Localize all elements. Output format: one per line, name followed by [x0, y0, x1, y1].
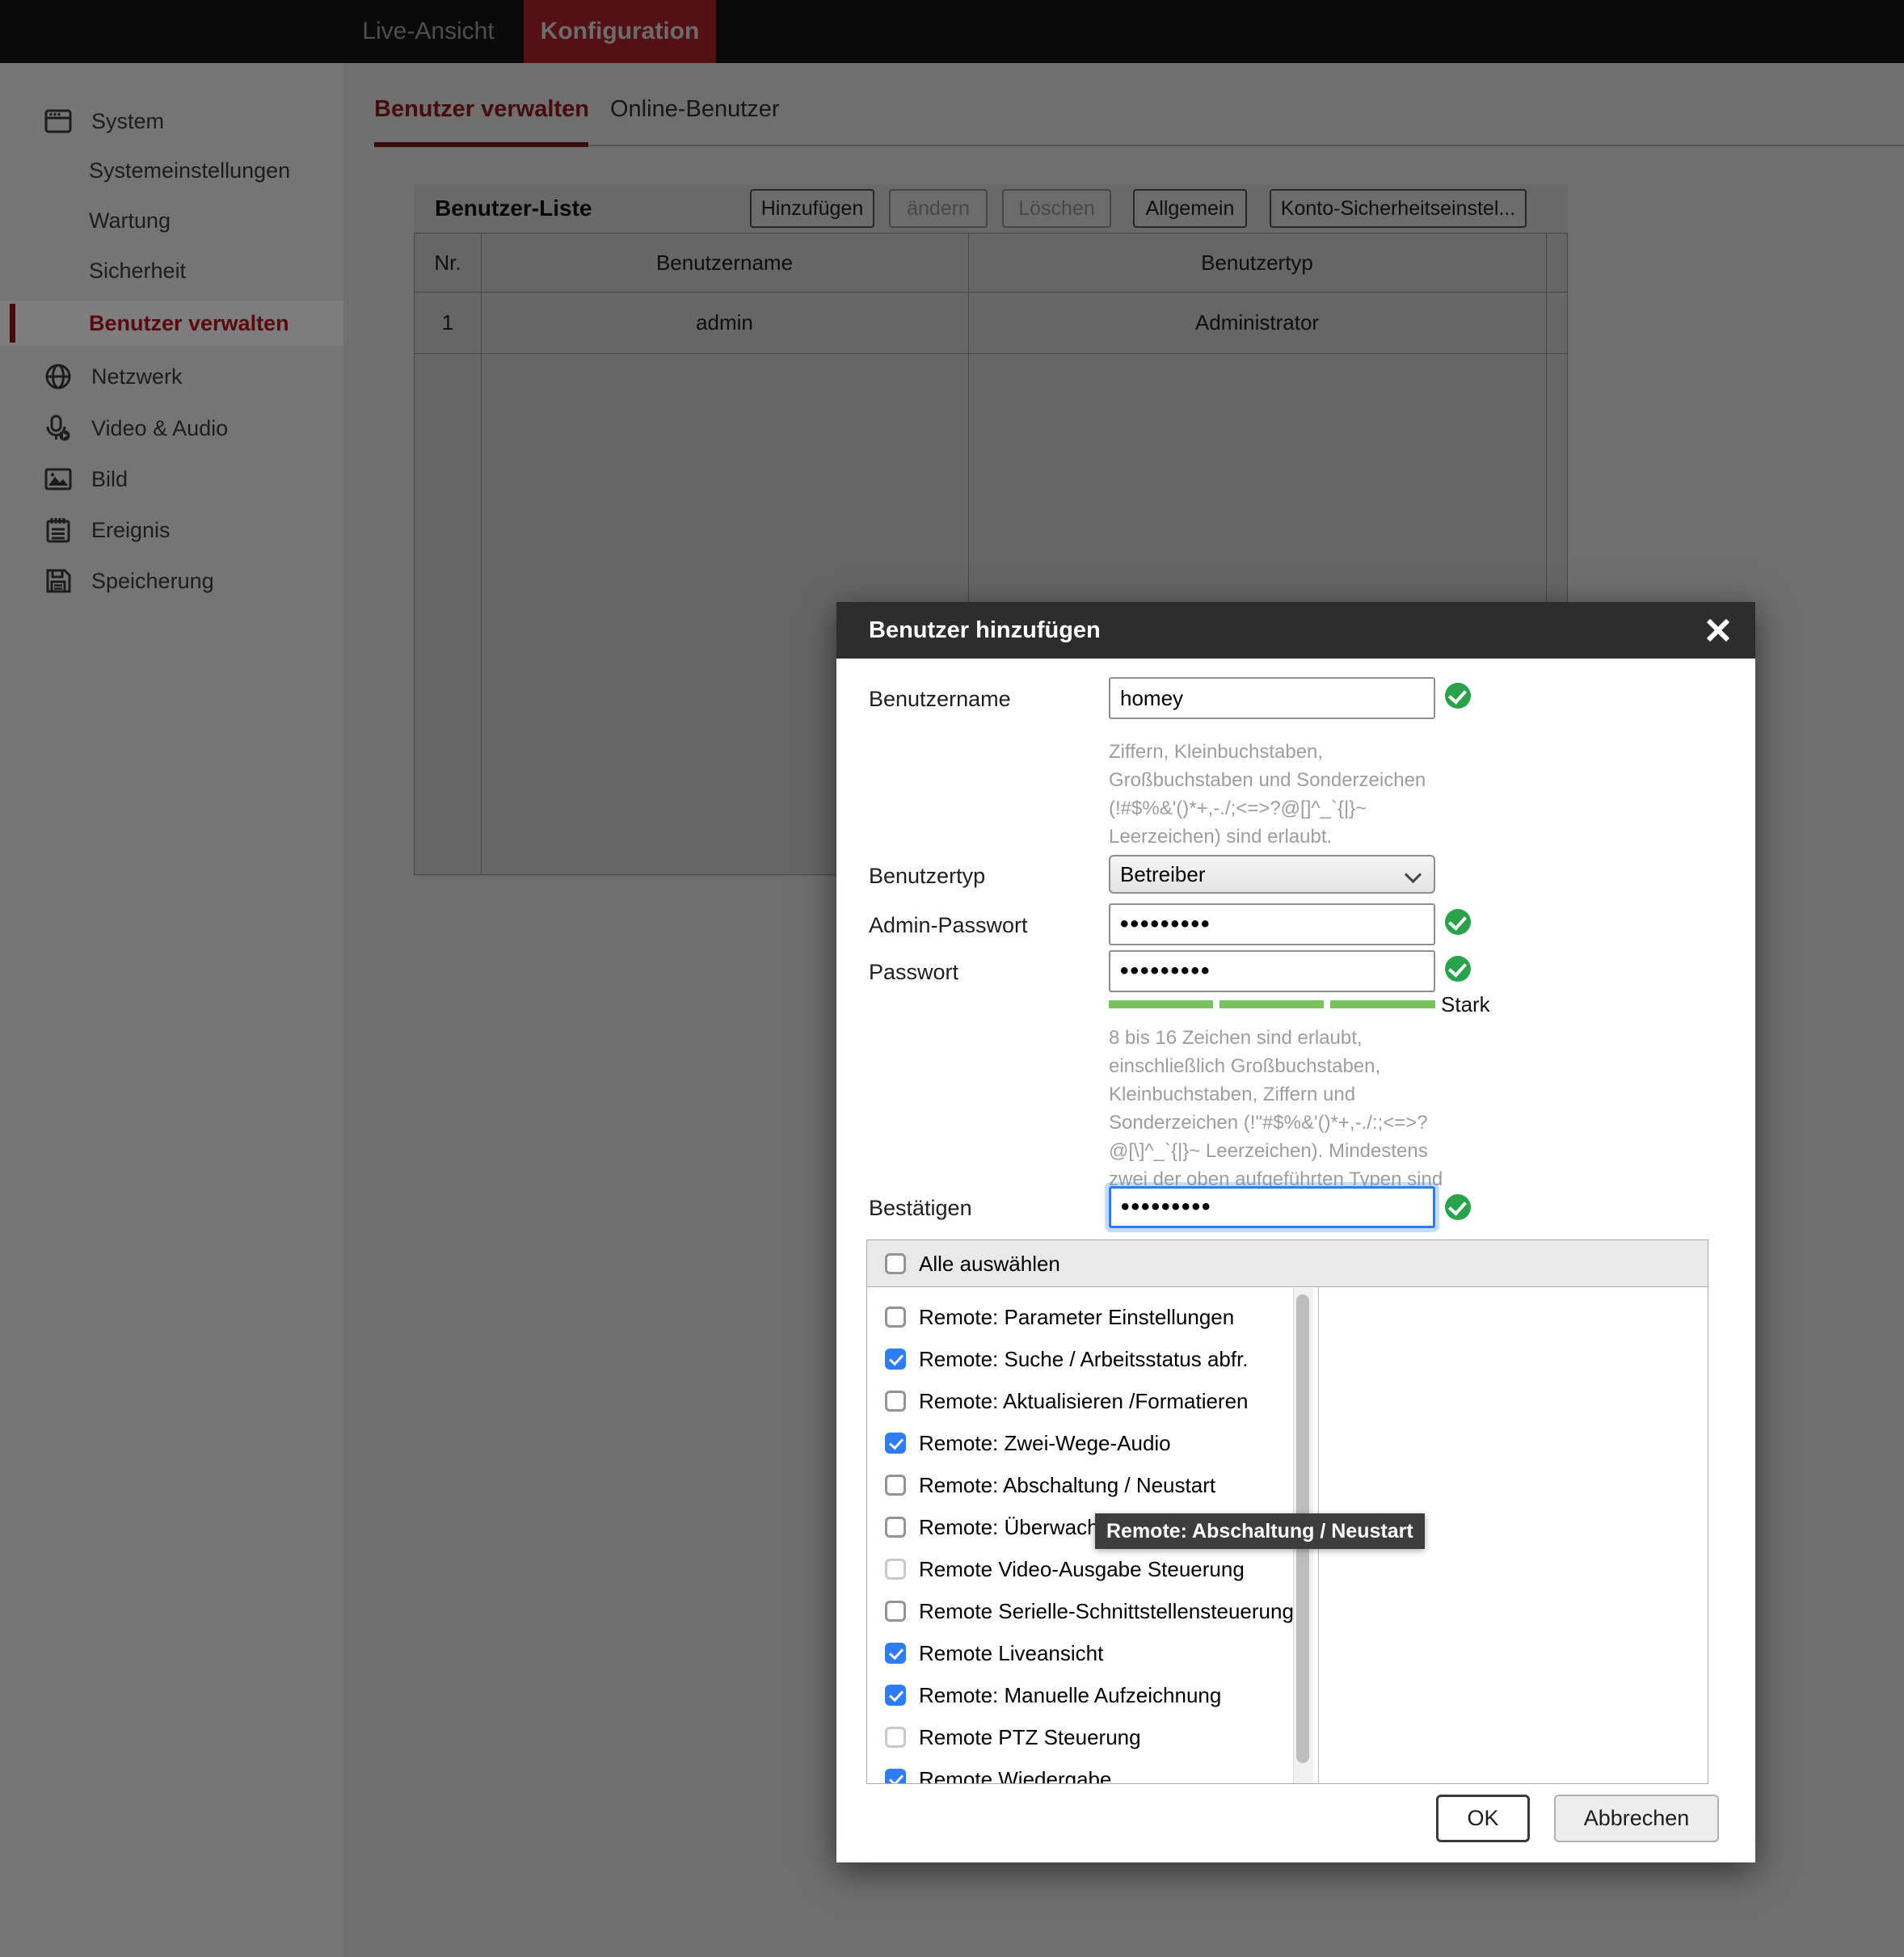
select-all-label: Alle auswählen	[919, 1240, 1060, 1287]
strength-bar-2	[1219, 1000, 1324, 1008]
permission-checkbox[interactable]	[885, 1643, 906, 1664]
permission-row[interactable]: Remote Liveansicht	[867, 1632, 1291, 1674]
permission-tooltip: Remote: Abschaltung / Neustart	[1095, 1513, 1425, 1549]
permission-label: Remote: Aktualisieren /Formatieren	[919, 1380, 1249, 1422]
permission-checkbox[interactable]	[885, 1601, 906, 1622]
valid-check-icon	[1445, 683, 1471, 709]
chevron-down-icon	[1405, 866, 1422, 883]
permission-row[interactable]: Remote Video-Ausgabe Steuerung	[867, 1548, 1291, 1590]
permission-checkbox[interactable]	[885, 1307, 906, 1328]
permission-row[interactable]: Remote Wiedergabe	[867, 1758, 1291, 1784]
permission-label: Remote: Suche / Arbeitsstatus abfr.	[919, 1338, 1249, 1380]
add-user-dialog: Benutzer hinzufügen Benutzername Ziffern…	[836, 602, 1755, 1862]
permission-label: Remote: Parameter Einstellungen	[919, 1296, 1234, 1338]
username-input[interactable]	[1109, 677, 1435, 719]
select-all-checkbox[interactable]	[885, 1253, 906, 1274]
password-input[interactable]	[1109, 950, 1435, 992]
permission-checkbox[interactable]	[885, 1433, 906, 1454]
strength-bar-3	[1330, 1000, 1435, 1008]
app-screen: Live-Ansicht Konfiguration System System…	[0, 0, 1904, 1957]
select-all-row[interactable]: Alle auswählen	[867, 1240, 1708, 1287]
admin-password-input[interactable]	[1109, 903, 1435, 945]
dialog-title: Benutzer hinzufügen	[869, 602, 1101, 659]
permission-label: Remote Serielle-Schnittstellensteuerung	[919, 1590, 1294, 1632]
permission-checkbox[interactable]	[885, 1517, 906, 1538]
permission-label: Remote: Manuelle Aufzeichnung	[919, 1674, 1221, 1716]
username-label: Benutzername	[869, 687, 1011, 712]
ok-button[interactable]: OK	[1436, 1795, 1530, 1842]
confirm-password-label: Bestätigen	[869, 1196, 972, 1221]
valid-check-icon	[1445, 909, 1471, 935]
permission-row[interactable]: Remote: Aktualisieren /Formatieren	[867, 1380, 1291, 1422]
valid-check-icon	[1445, 956, 1471, 982]
usertype-selected-value: Betreiber	[1120, 862, 1206, 886]
permission-label: Remote PTZ Steuerung	[919, 1716, 1141, 1758]
permission-label: Remote: Abschaltung / Neustart	[919, 1464, 1215, 1506]
permission-row[interactable]: Remote: Abschaltung / Neustart	[867, 1464, 1291, 1506]
valid-check-icon	[1445, 1194, 1471, 1220]
strength-label: Stark	[1441, 992, 1490, 1017]
permission-label: Remote: Zwei-Wege-Audio	[919, 1422, 1171, 1464]
usertype-select[interactable]: Betreiber	[1109, 855, 1435, 894]
permission-checkbox[interactable]	[885, 1559, 906, 1580]
confirm-password-input[interactable]	[1109, 1186, 1435, 1228]
usertype-label: Benutzertyp	[869, 864, 985, 889]
close-icon[interactable]	[1704, 616, 1733, 645]
password-label: Passwort	[869, 960, 958, 985]
permission-checkbox[interactable]	[885, 1475, 906, 1496]
permission-checkbox[interactable]	[885, 1391, 906, 1412]
permission-row[interactable]: Remote Serielle-Schnittstellensteuerung	[867, 1590, 1291, 1632]
permission-row[interactable]: Remote: Manuelle Aufzeichnung	[867, 1674, 1291, 1716]
admin-password-label: Admin-Passwort	[869, 913, 1028, 938]
permission-label: Remote Liveansicht	[919, 1632, 1103, 1674]
permission-checkbox[interactable]	[885, 1685, 906, 1706]
permission-checkbox[interactable]	[885, 1769, 906, 1784]
permission-row[interactable]: Remote: Zwei-Wege-Audio	[867, 1422, 1291, 1464]
permission-checkbox[interactable]	[885, 1727, 906, 1748]
cancel-button[interactable]: Abbrechen	[1554, 1795, 1719, 1842]
permission-checkbox[interactable]	[885, 1349, 906, 1370]
strength-bar-1	[1109, 1000, 1213, 1008]
dialog-titlebar: Benutzer hinzufügen	[836, 602, 1755, 659]
permission-label: Remote Wiedergabe	[919, 1758, 1111, 1784]
permission-row[interactable]: Remote PTZ Steuerung	[867, 1716, 1291, 1758]
username-hint: Ziffern, Kleinbuchstaben, Großbuchstaben…	[1109, 738, 1456, 851]
permission-row[interactable]: Remote: Parameter Einstellungen	[867, 1296, 1291, 1338]
permission-row[interactable]: Remote: Suche / Arbeitsstatus abfr.	[867, 1338, 1291, 1380]
permissions-panel: Alle auswählen Remote: Parameter Einstel…	[866, 1239, 1708, 1784]
permission-label: Remote Video-Ausgabe Steuerung	[919, 1548, 1245, 1590]
